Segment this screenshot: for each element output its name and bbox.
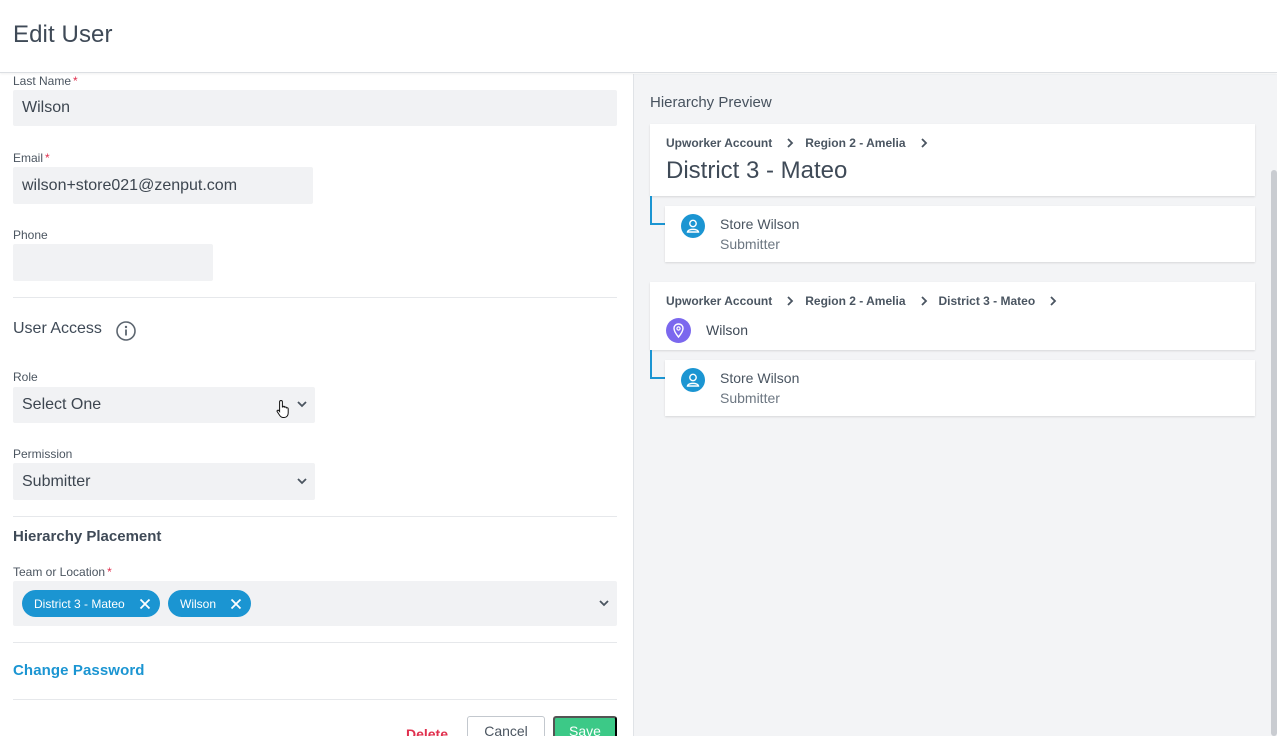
user-name: Store Wilson [720, 370, 800, 386]
user-role: Submitter [720, 390, 780, 406]
chevron-down-icon [297, 401, 307, 408]
page-header: Edit User [0, 0, 1277, 73]
tree-connector [650, 350, 666, 379]
hierarchy-placement-title: Hierarchy Placement [13, 528, 162, 545]
tag-label: District 3 - Mateo [34, 596, 125, 611]
user-role: Submitter [720, 236, 780, 252]
permission-select[interactable]: Submitter [13, 463, 315, 500]
close-icon[interactable] [230, 598, 242, 610]
permission-select-value: Submitter [22, 472, 91, 490]
team-location-tag: Wilson [168, 590, 251, 617]
user-avatar-icon [681, 368, 705, 392]
role-select[interactable]: Select One [13, 387, 315, 423]
node-name: District 3 - Mateo [666, 157, 848, 184]
user-access-title: User Access [13, 320, 102, 337]
divider [13, 699, 617, 700]
info-icon[interactable] [115, 320, 137, 342]
divider [13, 516, 617, 517]
tree-connector [650, 196, 666, 225]
breadcrumb: Upworker Account Region 2 - Amelia Distr… [666, 294, 1068, 308]
chevron-down-icon[interactable] [599, 599, 609, 607]
tag-label: Wilson [180, 596, 217, 611]
team-location-label: Team or Location * [13, 565, 112, 579]
email-input[interactable]: wilson+store021@zenput.com [13, 167, 313, 204]
phone-label: Phone [13, 228, 48, 242]
preview-user-card: Store Wilson Submitter [665, 206, 1255, 262]
hand-cursor-icon [276, 399, 289, 418]
required-mark: * [73, 74, 78, 88]
required-mark: * [107, 565, 112, 579]
chevron-right-icon [787, 296, 794, 306]
hierarchy-preview-panel: Hierarchy Preview Upworker Account Regio… [633, 74, 1277, 736]
last-name-label: Last Name * [13, 74, 78, 88]
user-name: Store Wilson [720, 216, 800, 232]
node-name: Wilson [706, 322, 749, 338]
preview-node-card: Upworker Account Region 2 - Amelia Distr… [650, 124, 1255, 196]
chevron-right-icon [787, 138, 794, 148]
team-location-tag: District 3 - Mateo [22, 590, 160, 617]
breadcrumb-item: Upworker Account [666, 294, 773, 308]
role-select-value: Select One [22, 396, 102, 413]
hierarchy-preview-title: Hierarchy Preview [650, 94, 772, 111]
breadcrumb-item: Upworker Account [666, 136, 773, 150]
email-label: Email * [13, 151, 50, 165]
chevron-right-icon [1050, 296, 1057, 306]
chevron-down-icon [297, 477, 307, 484]
page-title: Edit User [13, 21, 113, 48]
cancel-button[interactable]: Cancel [467, 716, 545, 736]
last-name-input[interactable]: Wilson [13, 90, 617, 126]
breadcrumb-item: Region 2 - Amelia [805, 136, 906, 150]
chevron-right-icon [920, 138, 927, 148]
change-password-link[interactable]: Change Password [13, 662, 145, 679]
breadcrumb-item: Region 2 - Amelia [805, 294, 906, 308]
chevron-right-icon [920, 296, 927, 306]
scrollbar[interactable] [1271, 170, 1277, 736]
location-pin-icon [666, 318, 691, 343]
breadcrumb-item: District 3 - Mateo [938, 294, 1036, 308]
delete-button[interactable]: Delete [398, 722, 456, 736]
permission-label: Permission [13, 447, 73, 461]
preview-user-card: Store Wilson Submitter [665, 360, 1255, 416]
required-mark: * [45, 151, 50, 165]
close-icon[interactable] [139, 598, 151, 610]
save-button[interactable]: Save [553, 716, 617, 736]
divider [13, 642, 617, 643]
breadcrumb: Upworker Account Region 2 - Amelia [666, 136, 939, 150]
preview-node-card: Upworker Account Region 2 - Amelia Distr… [650, 282, 1255, 350]
user-form: Last Name * Wilson Email * wilson+store021… [0, 74, 633, 736]
divider [13, 297, 617, 298]
user-avatar-icon [681, 214, 705, 238]
phone-input[interactable] [13, 244, 213, 281]
role-label: Role [13, 370, 38, 384]
